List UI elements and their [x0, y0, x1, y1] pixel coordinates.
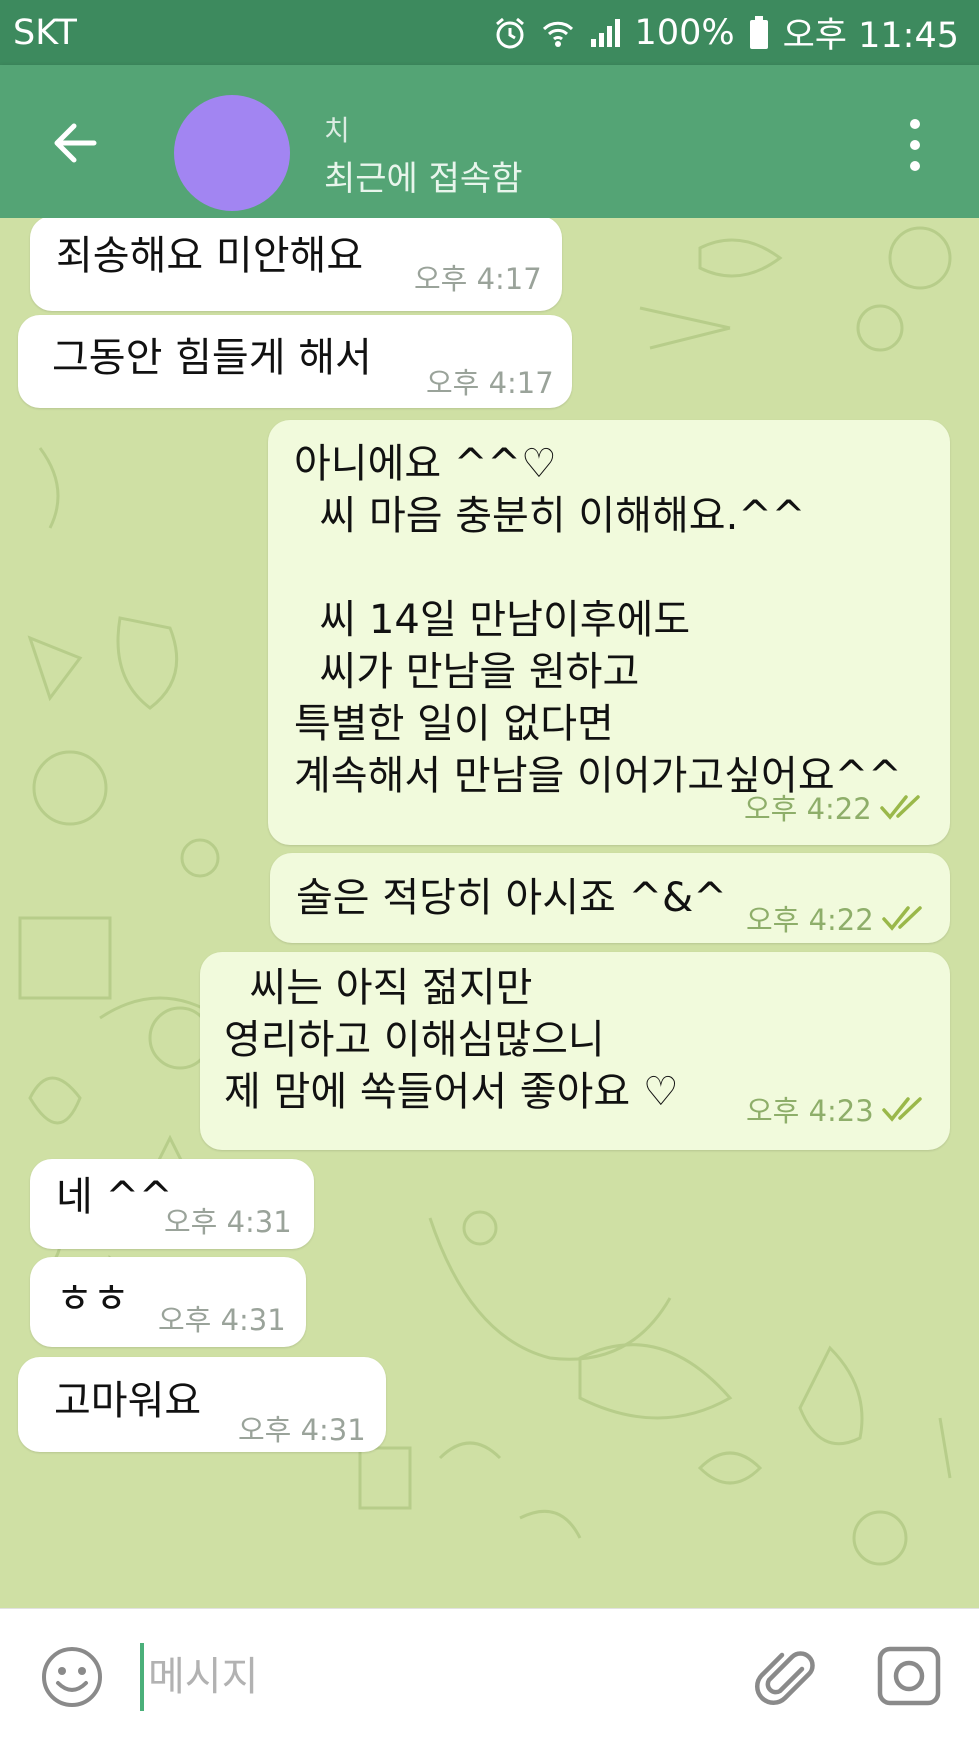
message-time: 오후 4:22	[744, 792, 872, 826]
message-time: 오후 4:31	[164, 1205, 292, 1239]
carrier-label: SKT	[13, 12, 77, 53]
message-meta: 오후 4:31	[238, 1407, 366, 1449]
back-button[interactable]	[42, 110, 108, 176]
battery-icon	[749, 15, 769, 50]
outgoing-message[interactable]: 술은 적당히 아시죠 ^&^ 오후 4:22	[270, 853, 950, 943]
more-vertical-icon[interactable]	[895, 113, 935, 177]
status-bar: SKT 100% 오후 11:45	[0, 0, 979, 65]
status-indicators: 100% 오후 11:45	[493, 7, 959, 58]
camera-icon[interactable]	[876, 1643, 942, 1709]
outgoing-message[interactable]: 씨는 아직 젊지만 영리하고 이해심많으니 제 맘에 쏙들어서 좋아요 ♡ 오후 …	[200, 952, 950, 1150]
chat-title[interactable]: 치	[324, 109, 350, 149]
outgoing-message[interactable]: 아니에요 ^^♡ 씨 마음 충분히 이해해요.^^ 씨 14일 만남이후에도 씨…	[268, 420, 950, 845]
battery-percent: 100%	[634, 12, 735, 53]
message-text: 네 ^^	[56, 1174, 173, 1220]
message-meta: 오후 4:17	[426, 360, 554, 402]
message-meta: 오후 4:17	[414, 256, 542, 298]
message-time: 오후 4:22	[746, 903, 874, 937]
message-list[interactable]: 죄송해요 미안해요 오후 4:17 그동안 힘들게 해서 오후 4:17 아니에요 ^^…	[0, 218, 979, 1608]
message-time: 오후 4:23	[746, 1094, 874, 1128]
message-text: 그동안 힘들게 해서	[52, 335, 372, 381]
incoming-message[interactable]: 고마워요오후 4:31	[18, 1357, 386, 1452]
message-meta: 오후 4:22	[746, 897, 928, 939]
double-check-icon	[881, 906, 922, 931]
message-time: 오후 4:17	[414, 262, 542, 296]
message-meta: 오후 4:31	[158, 1297, 286, 1339]
message-text: 술은 적당히 아시죠 ^&^	[296, 875, 727, 921]
paperclip-icon[interactable]	[752, 1643, 818, 1709]
wifi-icon	[541, 16, 575, 50]
incoming-message[interactable]: ㅎㅎ 오후 4:31	[30, 1257, 306, 1347]
arrow-left-icon	[54, 123, 97, 163]
alarm-icon	[493, 16, 527, 50]
message-text: 씨는 아직 젊지만 영리하고 이해심많으니 제 맘에 쏙들어서 좋아요 ♡	[224, 965, 679, 1115]
message-meta: 오후 4:22	[744, 786, 926, 828]
message-input[interactable]	[140, 1643, 710, 1711]
double-check-icon	[881, 1097, 922, 1122]
smiley-icon[interactable]	[40, 1645, 104, 1709]
message-text: 고마워요	[54, 1378, 202, 1424]
message-composer	[0, 1608, 979, 1743]
message-meta: 오후 4:31	[164, 1199, 292, 1241]
avatar[interactable]	[174, 95, 290, 211]
message-meta: 오후 4:23	[746, 1088, 928, 1130]
message-text: 아니에요 ^^♡ 씨 마음 충분히 이해해요.^^ 씨 14일 만남이후에도 씨…	[294, 441, 902, 799]
incoming-message[interactable]: 그동안 힘들게 해서오후 4:17	[18, 315, 572, 408]
message-text: 죄송해요 미안해요	[56, 233, 364, 279]
message-time: 오후 4:31	[238, 1413, 366, 1447]
last-seen-status: 최근에 접속함	[324, 159, 523, 199]
incoming-message[interactable]: 죄송해요 미안해요오후 4:17	[30, 218, 562, 311]
message-time: 오후 4:17	[426, 366, 554, 400]
message-text: ㅎㅎ	[56, 1276, 130, 1322]
message-time: 오후 4:31	[158, 1303, 286, 1337]
incoming-message[interactable]: 네 ^^ 오후 4:31	[30, 1159, 314, 1249]
clock: 오후 11:45	[782, 16, 959, 56]
signal-icon	[589, 17, 621, 49]
double-check-icon	[879, 795, 920, 820]
chat-header: 치 최근에 접속함	[0, 65, 979, 218]
